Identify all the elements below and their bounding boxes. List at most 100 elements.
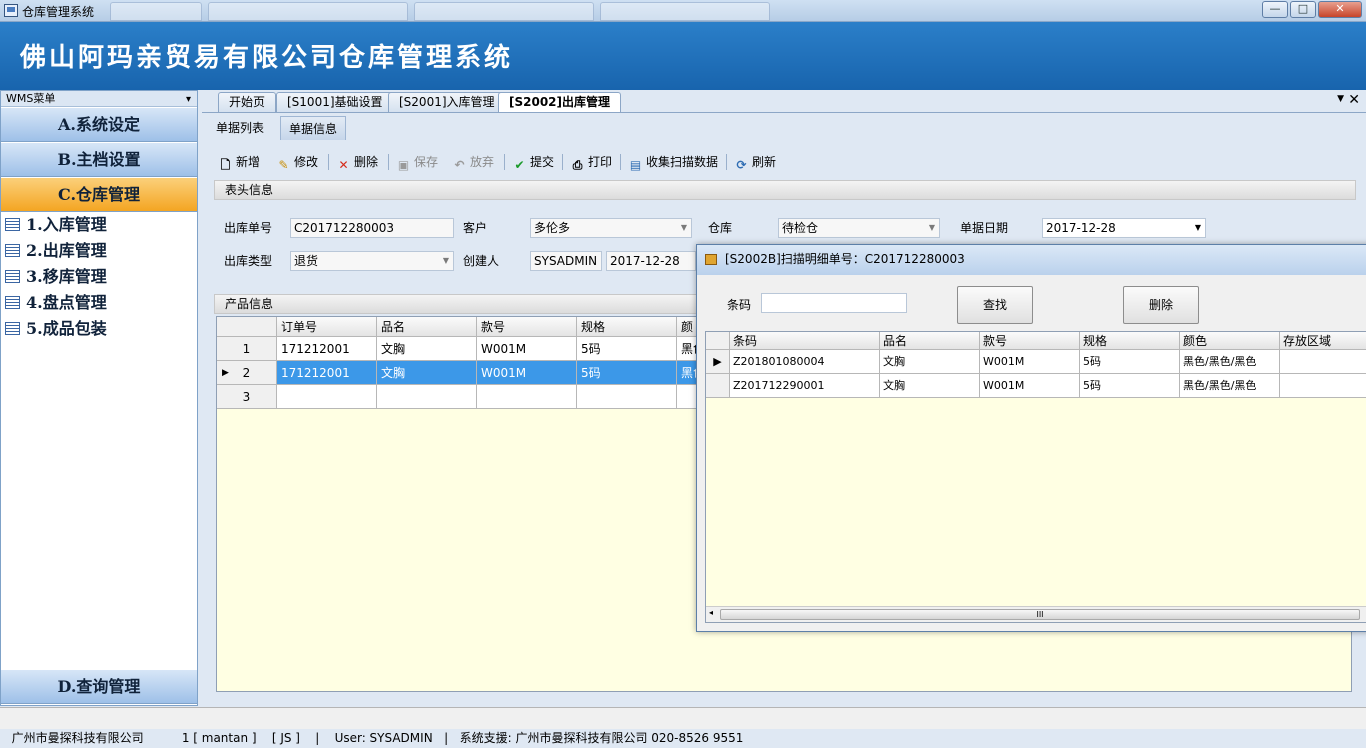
created-date-field[interactable]: 2017-12-28 — [606, 251, 696, 271]
edit-label: 修改 — [294, 155, 319, 169]
sidebar-item-outbound[interactable]: 2.出库管理 — [5, 238, 107, 264]
cell-product-name[interactable]: 文胸 — [880, 374, 980, 398]
cell-size[interactable] — [577, 385, 677, 409]
dialog-body: 条码 查找 删除 条码 品名 款号 规格 颜色 存放区域 ▶ Z20180108… — [703, 275, 1366, 627]
cell-color[interactable]: 黑色/黑色/黑色 — [1180, 350, 1280, 374]
column-header[interactable]: 规格 — [1080, 332, 1180, 350]
background-window-tab[interactable] — [414, 2, 594, 21]
chevron-down-icon: ▼ — [928, 223, 935, 232]
scroll-left-icon[interactable]: ◂ — [709, 608, 713, 617]
edit-button[interactable]: ✎ 修改 — [274, 152, 318, 172]
toolbar-separator — [620, 154, 621, 170]
sidebar-item-stocktake[interactable]: 4.盘点管理 — [5, 290, 107, 316]
background-window-tab[interactable] — [110, 2, 202, 21]
status-company: 广州市曼探科技有限公司 — [11, 731, 144, 745]
pin-icon[interactable]: ▾ — [186, 92, 191, 107]
date-picker[interactable]: 2017-12-28 ▼ — [1042, 218, 1206, 238]
cell-color[interactable]: 黑色/黑色/黑色 — [1180, 374, 1280, 398]
cell-storage-area[interactable] — [1280, 350, 1366, 374]
cell-order-no[interactable]: 171212001 — [277, 361, 377, 385]
cell-barcode[interactable]: Z201801080004 — [730, 350, 880, 374]
print-button[interactable]: ⎙ 打印 — [568, 152, 612, 172]
cell-product-name[interactable]: 文胸 — [377, 361, 477, 385]
subtab-document-info[interactable]: 单据信息 — [280, 116, 347, 140]
cell-product-name[interactable] — [377, 385, 477, 409]
submit-label: 提交 — [530, 155, 555, 169]
delete-button[interactable]: ✕ 删除 — [334, 152, 378, 172]
cell-size[interactable]: 5码 — [577, 337, 677, 361]
column-header[interactable]: 款号 — [980, 332, 1080, 350]
sidebar-header-label: WMS菜单 — [6, 92, 56, 105]
new-button[interactable]: 🗋 新增 — [216, 152, 260, 172]
collect-scan-button[interactable]: ▤ 收集扫描数据 — [626, 152, 718, 172]
cell-barcode[interactable]: Z201712290001 — [730, 374, 880, 398]
cell-storage-area[interactable] — [1280, 374, 1366, 398]
printer-icon: ⎙ — [572, 158, 583, 172]
search-button[interactable]: 查找 — [957, 286, 1033, 324]
cell-order-no[interactable]: 171212001 — [277, 337, 377, 361]
sidebar-item-packaging[interactable]: 5.成品包装 — [5, 316, 107, 342]
banner-title: 佛山阿玛亲贸易有限公司仓库管理系统 — [20, 43, 514, 73]
dialog-app-icon — [705, 254, 717, 265]
cell-order-no[interactable] — [277, 385, 377, 409]
tab-outbound[interactable]: [S2002]出库管理 — [498, 92, 622, 113]
creator-field[interactable]: SYSADMIN — [530, 251, 602, 271]
cell-size[interactable]: 5码 — [577, 361, 677, 385]
column-header[interactable]: 存放区域 — [1280, 332, 1366, 350]
column-header[interactable]: 规格 — [577, 317, 677, 337]
sidebar-item-inbound[interactable]: 1.入库管理 — [5, 212, 107, 238]
tab-start[interactable]: 开始页 — [218, 92, 277, 112]
cell-style-no[interactable]: W001M — [477, 337, 577, 361]
row-pointer-icon: ▶ — [706, 350, 730, 374]
maximize-button[interactable]: □ — [1290, 1, 1316, 18]
cell-size[interactable]: 5码 — [1080, 374, 1180, 398]
horizontal-scrollbar[interactable]: ◂ III — [706, 606, 1366, 622]
column-header[interactable]: 订单号 — [277, 317, 377, 337]
scroll-thumb[interactable]: III — [720, 609, 1360, 620]
cell-style-no[interactable] — [477, 385, 577, 409]
order-no-label: 出库单号 — [224, 221, 273, 235]
order-no-field[interactable]: C201712280003 — [290, 218, 454, 238]
column-header[interactable]: 款号 — [477, 317, 577, 337]
column-header[interactable]: 品名 — [880, 332, 980, 350]
menu-group-query[interactable]: D.查询管理 — [1, 670, 197, 704]
menu-group-master-data[interactable]: B.主档设置 — [1, 143, 197, 177]
tab-basic-settings[interactable]: [S1001]基础设置 — [276, 92, 394, 112]
customer-select[interactable]: 多伦多 ▼ — [530, 218, 692, 238]
tab-close-icon[interactable]: ✕ — [1348, 92, 1360, 108]
column-header[interactable]: 条码 — [730, 332, 880, 350]
subtab-document-list[interactable]: 单据列表 — [208, 116, 272, 140]
background-window-tab[interactable] — [208, 2, 408, 21]
tab-list-dropdown-icon[interactable]: ▼ — [1337, 94, 1344, 104]
row-number: 3 — [217, 385, 277, 409]
dialog-titlebar: [S2002B]扫描明细单号：C201712280003 — [697, 245, 1366, 275]
submit-button[interactable]: ✔ 提交 — [510, 152, 554, 172]
menu-group-system-settings[interactable]: A.系统设定 — [1, 108, 197, 142]
tab-inbound[interactable]: [S2001]入库管理 — [388, 92, 506, 112]
cell-size[interactable]: 5码 — [1080, 350, 1180, 374]
list-icon — [5, 270, 20, 283]
window-titlebar: 仓库管理系统 — □ ✕ — [0, 0, 1366, 22]
row-pointer-icon: ▶ — [222, 368, 229, 378]
sidebar-header: WMS菜单 ▾ — [1, 91, 197, 107]
cell-style-no[interactable]: W001M — [980, 350, 1080, 374]
customer-value: 多伦多 — [534, 221, 571, 235]
cell-product-name[interactable]: 文胸 — [880, 350, 980, 374]
background-window-tab[interactable] — [600, 2, 770, 21]
discard-button[interactable]: ↶ 放弃 — [450, 152, 494, 172]
cell-style-no[interactable]: W001M — [980, 374, 1080, 398]
save-button[interactable]: ▣ 保存 — [394, 152, 438, 172]
cell-product-name[interactable]: 文胸 — [377, 337, 477, 361]
menu-group-warehouse[interactable]: C.仓库管理 — [1, 178, 197, 212]
delete-button[interactable]: 删除 — [1123, 286, 1199, 324]
barcode-input[interactable] — [761, 293, 907, 313]
cell-style-no[interactable]: W001M — [477, 361, 577, 385]
close-button[interactable]: ✕ — [1318, 1, 1362, 18]
warehouse-select[interactable]: 待检仓 ▼ — [778, 218, 940, 238]
column-header[interactable]: 品名 — [377, 317, 477, 337]
type-select[interactable]: 退货 ▼ — [290, 251, 454, 271]
column-header[interactable]: 颜色 — [1180, 332, 1280, 350]
refresh-button[interactable]: ⟳ 刷新 — [732, 152, 776, 172]
minimize-button[interactable]: — — [1262, 1, 1288, 18]
sidebar-item-transfer[interactable]: 3.移库管理 — [5, 264, 107, 290]
